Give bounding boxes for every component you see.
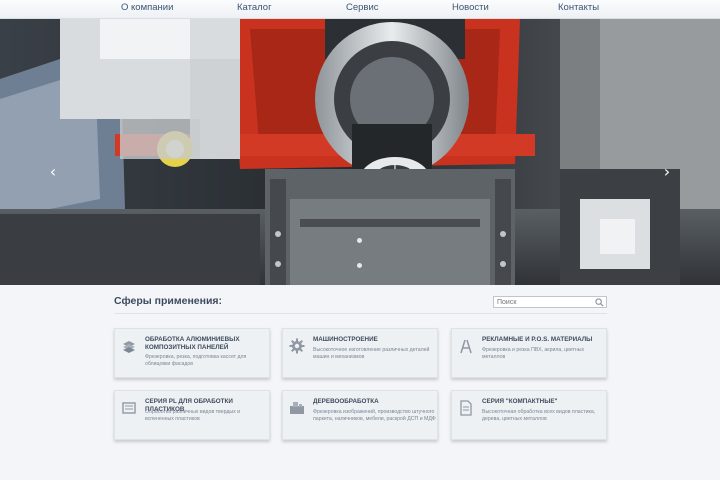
card-compact-series[interactable]: Серия "Компактные" Высокоточная обработк… (451, 390, 607, 440)
search-input[interactable] (497, 297, 593, 307)
nav-item-catalog[interactable]: Каталог (237, 2, 272, 13)
slider-next-arrow[interactable]: › (659, 164, 675, 180)
card-title: Рекламные и P.O.S. материалы (482, 336, 593, 343)
easel-icon (460, 339, 472, 354)
wood-machine-icon (290, 402, 304, 414)
nav-item-news[interactable]: Новости (452, 2, 489, 13)
card-title: Машиностроение (313, 336, 378, 343)
hero-image (0, 19, 720, 285)
card-title: Обработка алюминиевых композитных панеле… (145, 336, 240, 351)
slider-dot-1[interactable] (357, 238, 362, 243)
slider-prev-arrow[interactable]: ‹ (45, 164, 61, 180)
hero-slider: ‹ › (0, 19, 720, 285)
panels-stack-icon (123, 341, 135, 353)
card-machine-building[interactable]: Машиностроение Высокоточное изготовление… (282, 328, 438, 378)
nav-item-service[interactable]: Сервис (346, 2, 379, 13)
card-description: Фрезеровка изображений, производство шту… (313, 409, 436, 422)
card-title: Деревообработка (313, 398, 379, 405)
document-icon (460, 400, 472, 416)
card-woodworking[interactable]: Деревообработка Фрезеровка изображений, … (282, 390, 438, 440)
section-title: Сферы применения: (114, 295, 223, 307)
top-nav: О компании Каталог Сервис Новости Контак… (0, 0, 720, 19)
card-aluminum-panels[interactable]: Обработка алюминиевых композитных панеле… (114, 328, 270, 378)
card-pl-series[interactable]: Серия PL для обработки пластиков Обработ… (114, 390, 270, 440)
card-description: Обработка различных видов твердых и вспе… (145, 409, 241, 422)
card-advertising-materials[interactable]: Рекламные и P.O.S. материалы Фрезеровка … (451, 328, 607, 378)
search-box (493, 296, 607, 308)
gear-icon (289, 338, 305, 354)
search-icon[interactable] (595, 298, 604, 307)
card-title: Серия "Компактные" (482, 398, 558, 405)
card-description: Фрезеровка и резка ПВХ, акрила, цветных … (482, 347, 585, 360)
card-description: Высокоточная обработка всех видов пласти… (482, 409, 596, 422)
card-description: Фрезеровка, резка, подготовка кассет для… (145, 354, 247, 367)
panel-icon (122, 402, 136, 414)
slider-dot-2[interactable] (357, 263, 362, 268)
nav-item-about[interactable]: О компании (121, 2, 173, 13)
card-description: Высокоточное изготовление различных дета… (313, 347, 430, 360)
section-divider (114, 313, 607, 314)
nav-item-contacts[interactable]: Контакты (558, 2, 599, 13)
